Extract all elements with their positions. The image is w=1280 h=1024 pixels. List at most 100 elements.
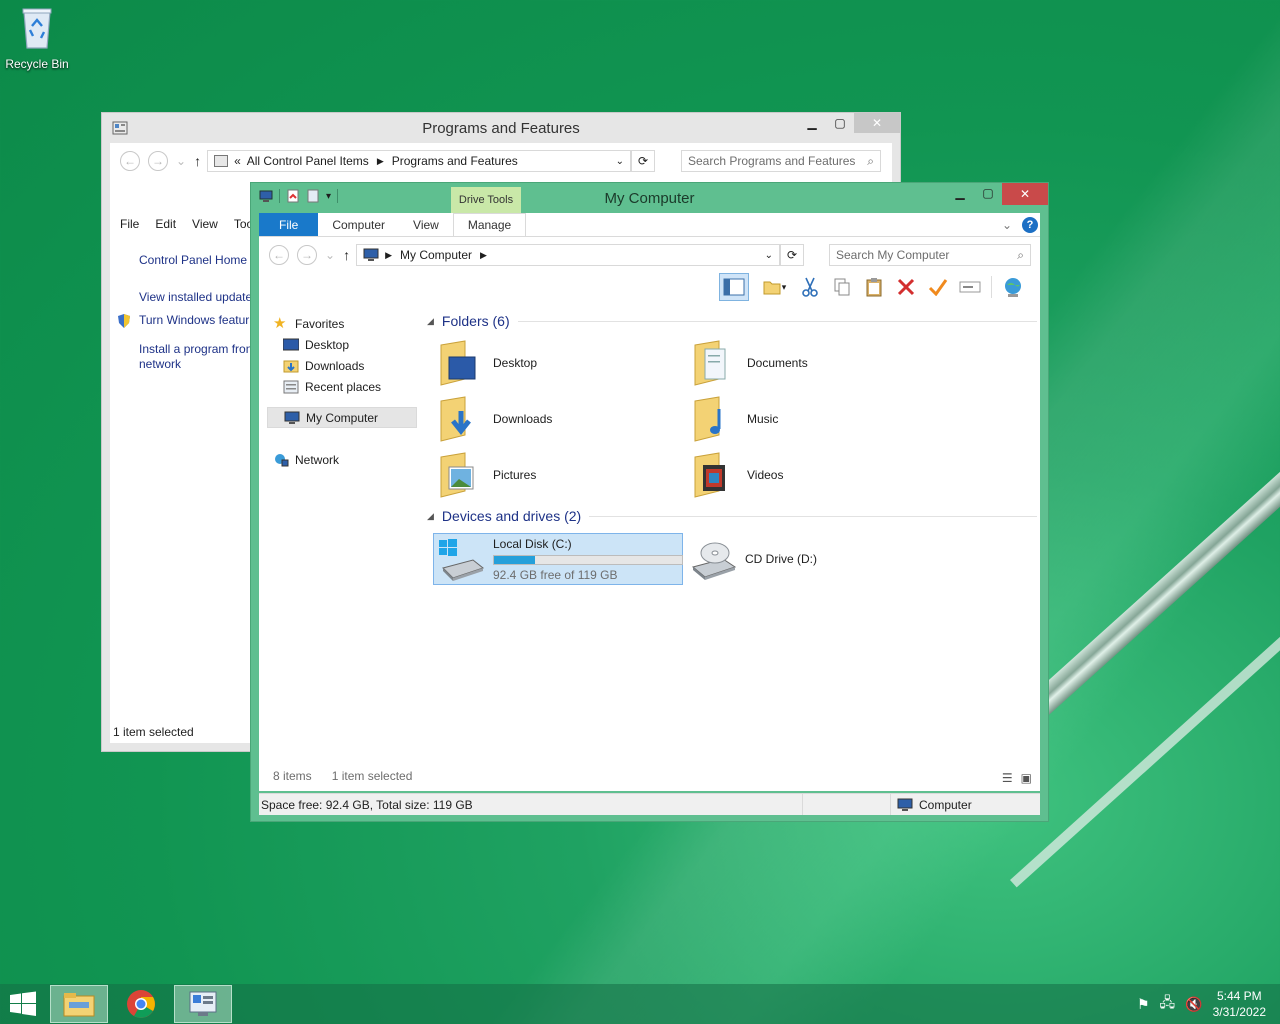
drive-cd-d[interactable]: CD Drive (D:) (689, 537, 817, 581)
nav-downloads-label: Downloads (305, 358, 365, 373)
nav-recent-places[interactable]: Recent places (273, 376, 423, 397)
devices-group-header[interactable]: ◢ Devices and drives (2) (427, 508, 1037, 524)
nav-downloads[interactable]: Downloads (273, 355, 423, 376)
properties-button[interactable]: ▾ (759, 276, 789, 298)
refresh-button[interactable]: ⟳ (780, 244, 805, 266)
nav-desktop[interactable]: Desktop (273, 334, 423, 355)
menu-view[interactable]: View (192, 217, 218, 231)
clipboard-icon (866, 278, 882, 297)
navigation-bar: ← → ⌄ ↑ ▶ My Computer ▶ ⌄ ⟳ (269, 243, 805, 267)
rename-button[interactable] (959, 276, 981, 298)
address-bar[interactable]: ▶ My Computer ▶ ⌄ (356, 244, 781, 266)
my-computer-window[interactable]: ▾ Drive Tools My Computer ▁ ▢ ✕ File Com… (250, 182, 1049, 822)
clock[interactable]: 5:44 PM 3/31/2022 (1213, 988, 1266, 1020)
taskbar-file-explorer[interactable] (50, 985, 108, 1023)
details-view-icon[interactable]: ☰ (1002, 771, 1013, 785)
chevron-down-icon[interactable]: ⌄ (616, 156, 624, 167)
nav-my-computer[interactable]: My Computer (267, 407, 417, 428)
title-bar[interactable]: ▾ Drive Tools My Computer ▁ ▢ ✕ (251, 183, 1048, 213)
folder-pictures-label: Pictures (493, 468, 537, 482)
minimize-button[interactable]: ▁ (946, 183, 974, 203)
devices-heading: Devices and drives (2) (441, 508, 582, 524)
drive-local-disk-c-content: Local Disk (C:) 92.4 GB free of 119 GB (437, 537, 683, 582)
network-status-icon[interactable]: 🖧 (1160, 992, 1176, 1016)
window-title: Programs and Features (422, 119, 580, 137)
recycle-bin-desktop-icon[interactable]: Recycle Bin (4, 6, 70, 71)
breadcrumb-my-computer[interactable]: My Computer (400, 248, 472, 262)
preview-pane-button[interactable] (719, 273, 749, 301)
folder-documents[interactable]: Documents (693, 339, 808, 387)
maximize-button[interactable]: ▢ (826, 113, 854, 133)
folder-music-label: Music (747, 412, 779, 426)
paste-button[interactable] (863, 276, 885, 298)
delete-button[interactable] (895, 276, 917, 298)
search-icon: ⌕ (867, 153, 874, 168)
tab-computer[interactable]: Computer (318, 213, 399, 236)
clock-time: 5:44 PM (1216, 989, 1262, 1003)
copy-button[interactable] (831, 276, 853, 298)
tab-manage[interactable]: Manage (452, 213, 527, 236)
breadcrumb-overflow[interactable]: « (234, 154, 241, 168)
breadcrumb-programs-and-features[interactable]: Programs and Features (392, 154, 518, 168)
recent-places-icon (283, 380, 299, 393)
item-count: 8 items (273, 769, 312, 783)
view-switcher: ☰ ▣ (1002, 771, 1032, 785)
forward-button[interactable]: → (148, 151, 168, 171)
maximize-button[interactable]: ▢ (974, 183, 1002, 203)
search-input[interactable]: Search Programs and Features ⌕ (681, 150, 881, 172)
start-button[interactable] (0, 984, 46, 1024)
menu-edit[interactable]: Edit (155, 217, 176, 231)
check-button[interactable] (927, 276, 949, 298)
breadcrumb-all-control-panel-items[interactable]: All Control Panel Items (247, 154, 369, 168)
nav-favorites[interactable]: ★ Favorites (273, 313, 423, 334)
menu-file[interactable]: File (120, 217, 139, 231)
tab-file[interactable]: File (259, 213, 319, 236)
folder-videos[interactable]: Videos (693, 451, 783, 499)
back-button[interactable]: ← (269, 245, 289, 265)
link-turn-windows-features-label: Turn Windows featur off (139, 313, 266, 327)
menu-bar: File Edit View Too (120, 217, 253, 231)
tab-view[interactable]: View (399, 213, 453, 236)
taskbar-control-panel[interactable] (174, 985, 232, 1023)
cut-button[interactable] (799, 276, 821, 298)
action-center-flag-icon[interactable]: ⚑ (1137, 996, 1150, 1013)
folders-group-header[interactable]: ◢ Folders (6) (427, 313, 1037, 329)
drive-c-free-space: 92.4 GB free of 119 GB (493, 568, 618, 582)
up-arrow-icon[interactable]: ↑ (194, 153, 201, 169)
large-icons-view-icon[interactable]: ▣ (1021, 771, 1032, 785)
documents-folder-icon (694, 340, 726, 386)
drive-c-usage-bar (493, 555, 683, 565)
details-bar: Space free: 92.4 GB, Total size: 119 GB … (259, 793, 1040, 815)
recycle-bin-icon (22, 8, 52, 49)
forward-button[interactable]: → (297, 245, 317, 265)
network-globe-button[interactable] (1002, 276, 1024, 298)
folder-properties-icon (763, 281, 781, 295)
chevron-right-icon: ▶ (385, 249, 392, 260)
title-bar[interactable]: Programs and Features ▁ ▢ ✕ (102, 113, 900, 143)
search-input[interactable]: Search My Computer ⌕ (829, 244, 1031, 266)
chevron-down-icon[interactable]: ⌄ (765, 250, 773, 261)
cd-drive-icon (691, 542, 737, 580)
taskbar-chrome[interactable] (112, 985, 170, 1023)
nav-network[interactable]: Network (273, 449, 423, 470)
help-icon[interactable]: ? (1022, 216, 1038, 233)
explorer-content: ← → ⌄ ↑ ▶ My Computer ▶ ⌄ ⟳ Search My Co… (259, 237, 1040, 791)
folder-desktop[interactable]: Desktop (439, 339, 537, 387)
up-arrow-icon[interactable]: ↑ (343, 247, 350, 263)
folder-downloads-label: Downloads (493, 412, 553, 426)
close-button[interactable]: ✕ (1002, 183, 1048, 205)
folder-music[interactable]: Music (693, 395, 778, 443)
minimize-button[interactable]: ▁ (798, 113, 826, 133)
back-button[interactable]: ← (120, 151, 140, 171)
volume-muted-icon[interactable]: 🔇 (1185, 996, 1202, 1013)
recent-locations-chevron-icon[interactable]: ⌄ (325, 248, 335, 262)
address-bar[interactable]: « All Control Panel Items ▶ Programs and… (207, 150, 632, 172)
folder-downloads[interactable]: Downloads (439, 395, 552, 443)
videos-folder-icon (694, 452, 725, 498)
windows-drive-icon (439, 538, 485, 581)
folder-pictures[interactable]: Pictures (439, 451, 536, 499)
close-button[interactable]: ✕ (854, 113, 900, 133)
recent-locations-chevron-icon[interactable]: ⌄ (176, 154, 186, 168)
refresh-button[interactable]: ⟳ (631, 150, 656, 172)
expand-ribbon-chevron-icon[interactable]: ⌄ (1002, 218, 1012, 232)
